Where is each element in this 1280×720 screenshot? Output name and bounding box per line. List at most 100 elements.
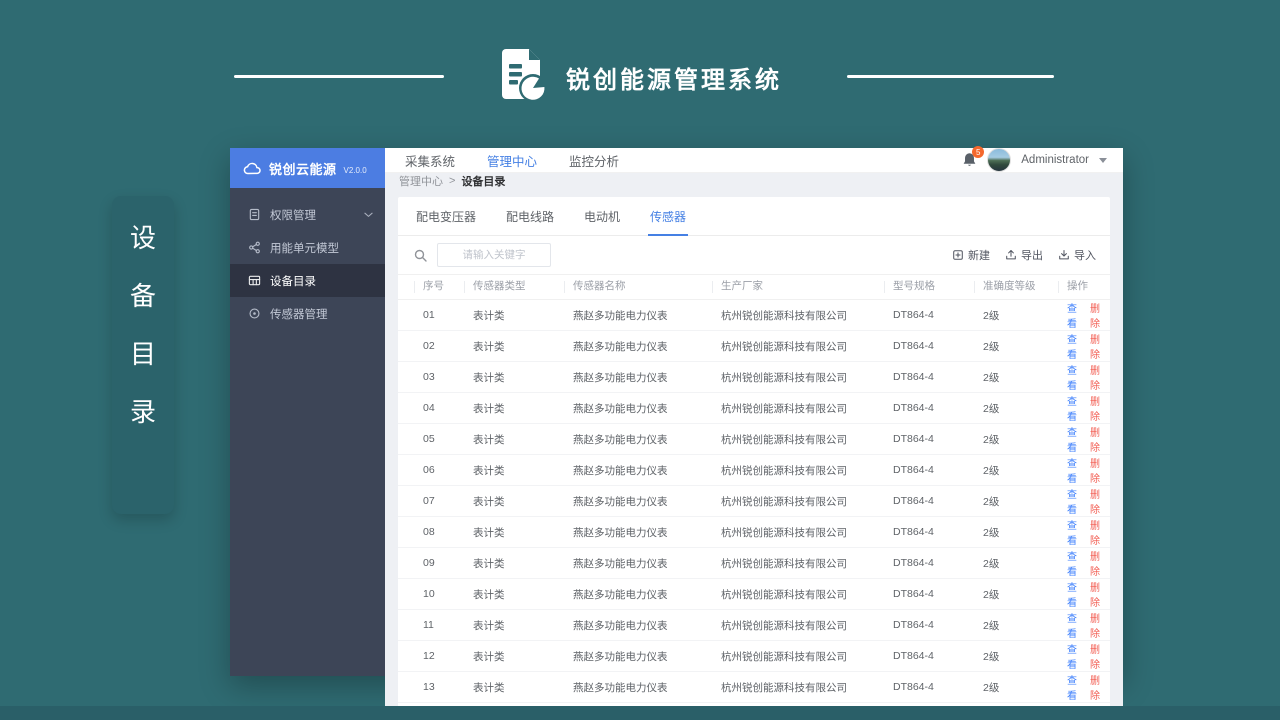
cell-grade: 2级: [983, 526, 1000, 539]
tab-3[interactable]: 传感器: [648, 197, 689, 236]
cell-actions: 查看 删除: [1058, 672, 1106, 702]
cell-name: 燕赵多功能电力仪表: [573, 588, 668, 601]
cell-vendor: 杭州锐创能源科技有限公司: [721, 464, 847, 477]
tab-0[interactable]: 配电变压器: [414, 197, 478, 235]
delete-link[interactable]: 删除: [1090, 393, 1106, 423]
sidebar-item[interactable]: 权限管理: [230, 198, 385, 231]
view-link[interactable]: 查看: [1067, 331, 1083, 361]
cell-model: DT864-4: [893, 340, 934, 352]
cell-name: 燕赵多功能电力仪表: [573, 371, 668, 384]
delete-link[interactable]: 删除: [1090, 517, 1106, 547]
import-icon: [1058, 249, 1070, 261]
cell-actions: 查看 删除: [1058, 331, 1106, 361]
cell-grade: 2级: [983, 681, 1000, 694]
new-button[interactable]: 新建: [952, 247, 990, 263]
view-link[interactable]: 查看: [1067, 548, 1083, 578]
export-button[interactable]: 导出: [1005, 247, 1043, 263]
toolbar-actions: 新建 导出 导入: [952, 247, 1096, 263]
delete-link[interactable]: 删除: [1090, 486, 1106, 516]
side-tag-char: 录: [129, 397, 156, 427]
delete-link[interactable]: 删除: [1090, 455, 1106, 485]
cell-vendor: 杭州锐创能源科技有限公司: [721, 619, 847, 632]
cell-grade: 2级: [983, 433, 1000, 446]
app-version: V2.0.0: [343, 165, 367, 175]
sensor-icon: [248, 307, 261, 320]
cell-name: 燕赵多功能电力仪表: [573, 464, 668, 477]
cell-grade: 2级: [983, 588, 1000, 601]
page-background: 锐创能源管理系统 设备目录 锐创云能源 V2.0.0 权限管理 用能单元模型 设备目…: [0, 0, 1280, 720]
breadcrumb-parent[interactable]: 管理中心: [399, 173, 443, 189]
breadcrumb: 管理中心 > 设备目录: [385, 173, 1123, 189]
cell-grade: 2级: [983, 402, 1000, 415]
cell-no: 04: [423, 402, 435, 414]
sidebar-item-label: 用能单元模型: [270, 242, 339, 255]
cell-type: 表计类: [473, 402, 505, 415]
action-label: 新建: [968, 250, 990, 262]
cell-actions: 查看 删除: [1058, 393, 1106, 423]
view-link[interactable]: 查看: [1067, 393, 1083, 423]
view-link[interactable]: 查看: [1067, 672, 1083, 702]
cloud-icon: [243, 162, 262, 175]
app-brand-name: 锐创云能源: [269, 161, 337, 177]
delete-link[interactable]: 删除: [1090, 610, 1106, 640]
avatar[interactable]: [987, 148, 1012, 172]
cell-actions: 查看 删除: [1058, 641, 1106, 671]
cell-actions: 查看 删除: [1058, 548, 1106, 578]
delete-link[interactable]: 删除: [1090, 579, 1106, 609]
tab-2[interactable]: 电动机: [582, 197, 622, 235]
topnav-item[interactable]: 管理中心: [487, 151, 537, 170]
topnav-item[interactable]: 监控分析: [569, 151, 619, 170]
column-header: 序号: [414, 281, 464, 293]
action-label: 导入: [1074, 250, 1096, 262]
action-label: 导出: [1021, 250, 1043, 262]
user-menu-caret-icon[interactable]: [1099, 157, 1107, 163]
device-table-card: 配电变压器配电线路电动机传感器 新建 导出 导入 序号传感器类型传感器名称生产厂家型…: [398, 197, 1110, 720]
cell-type: 表计类: [473, 650, 505, 663]
delete-link[interactable]: 删除: [1090, 300, 1106, 330]
cell-name: 燕赵多功能电力仪表: [573, 495, 668, 508]
cell-grade: 2级: [983, 309, 1000, 322]
tab-1[interactable]: 配电线路: [504, 197, 556, 235]
delete-link[interactable]: 删除: [1090, 362, 1106, 392]
view-link[interactable]: 查看: [1067, 610, 1083, 640]
cell-model: DT864-4: [893, 681, 934, 693]
cell-name: 燕赵多功能电力仪表: [573, 433, 668, 446]
cell-no: 11: [423, 619, 434, 631]
cell-name: 燕赵多功能电力仪表: [573, 681, 668, 694]
delete-link[interactable]: 删除: [1090, 672, 1106, 702]
view-link[interactable]: 查看: [1067, 362, 1083, 392]
system-logo-icon: [498, 47, 548, 108]
cell-model: DT864-4: [893, 495, 934, 507]
sidebar-item[interactable]: 传感器管理: [230, 297, 385, 330]
cell-type: 表计类: [473, 309, 505, 322]
cell-vendor: 杭州锐创能源科技有限公司: [721, 309, 847, 322]
import-button[interactable]: 导入: [1058, 247, 1096, 263]
cell-name: 燕赵多功能电力仪表: [573, 402, 668, 415]
table-row: 13 表计类 燕赵多功能电力仪表 杭州锐创能源科技有限公司 DT864-4 2级 查看 删除: [398, 672, 1110, 703]
cell-grade: 2级: [983, 557, 1000, 570]
cell-actions: 查看 删除: [1058, 300, 1106, 330]
view-link[interactable]: 查看: [1067, 300, 1083, 330]
delete-link[interactable]: 删除: [1090, 548, 1106, 578]
delete-link[interactable]: 删除: [1090, 424, 1106, 454]
cell-vendor: 杭州锐创能源科技有限公司: [721, 681, 847, 694]
view-link[interactable]: 查看: [1067, 486, 1083, 516]
sidebar-item[interactable]: 设备目录: [230, 264, 385, 297]
cell-type: 表计类: [473, 464, 505, 477]
view-link[interactable]: 查看: [1067, 455, 1083, 485]
sidebar-item[interactable]: 用能单元模型: [230, 231, 385, 264]
cell-model: DT864-4: [893, 619, 934, 631]
delete-link[interactable]: 删除: [1090, 331, 1106, 361]
cell-grade: 2级: [983, 464, 1000, 477]
table-row: 10 表计类 燕赵多功能电力仪表 杭州锐创能源科技有限公司 DT864-4 2级 查看 删除: [398, 579, 1110, 610]
delete-link[interactable]: 删除: [1090, 641, 1106, 671]
top-navigation: 采集系统 管理中心 监控分析: [405, 151, 619, 170]
view-link[interactable]: 查看: [1067, 517, 1083, 547]
view-link[interactable]: 查看: [1067, 424, 1083, 454]
view-link[interactable]: 查看: [1067, 579, 1083, 609]
user-name[interactable]: Administrator: [1021, 154, 1089, 166]
view-link[interactable]: 查看: [1067, 641, 1083, 671]
topnav-item[interactable]: 采集系统: [405, 151, 455, 170]
notifications-button[interactable]: 5: [962, 146, 985, 168]
search-input[interactable]: [437, 243, 551, 267]
